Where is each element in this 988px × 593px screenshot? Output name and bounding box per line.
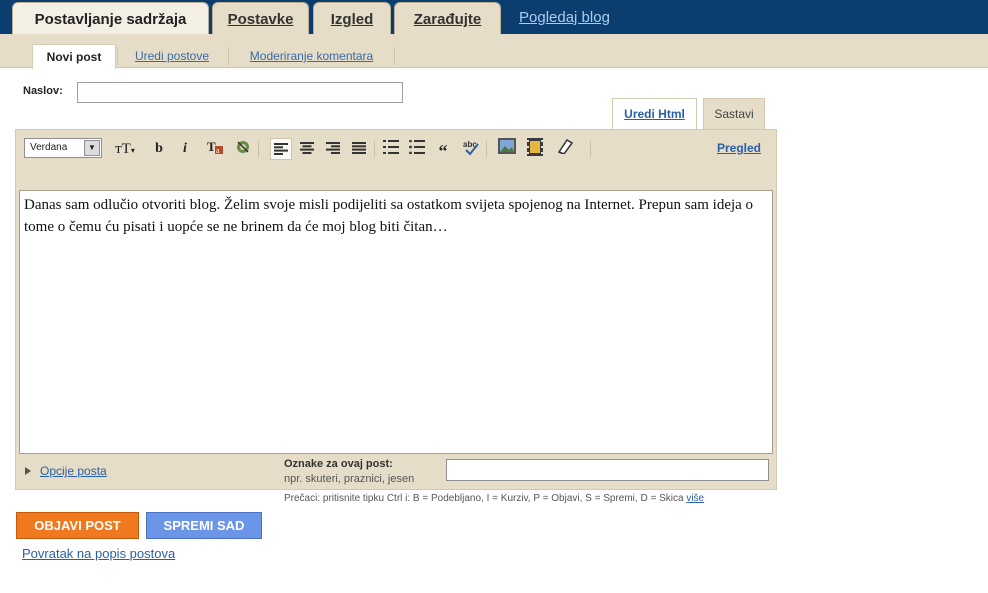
subtab-divider <box>394 47 395 65</box>
video-icon[interactable] <box>524 138 546 160</box>
link-icon[interactable] <box>232 138 254 160</box>
top-navigation-bar: Postavljanje sadržaja Postavke Izgled Za… <box>0 0 988 36</box>
triangle-right-icon <box>25 467 31 475</box>
spellcheck-icon[interactable]: abc <box>460 138 482 160</box>
save-button[interactable]: SPREMI SAD <box>146 512 262 539</box>
subtab-uredi-postove[interactable]: Uredi postove <box>122 44 222 68</box>
subtab-moderiranje-komentara[interactable]: Moderiranje komentara <box>234 44 389 68</box>
svg-text:T: T <box>207 139 216 154</box>
toolbar-divider <box>374 141 375 157</box>
sub-navigation-bar: Novi post Uredi postove Moderiranje kome… <box>0 34 988 69</box>
title-input[interactable] <box>77 82 403 103</box>
subtab-divider <box>228 47 229 65</box>
toolbar-divider <box>590 141 591 157</box>
align-left-icon[interactable] <box>270 138 292 160</box>
tab-postavljanje-sadrzaja[interactable]: Postavljanje sadržaja <box>12 2 209 36</box>
bullet-list-icon[interactable] <box>406 138 428 160</box>
view-blog-link[interactable]: Pogledaj blog <box>519 9 610 26</box>
tab-izgled[interactable]: Izgled <box>313 2 391 34</box>
title-label: Naslov: <box>23 85 63 97</box>
post-options-link[interactable]: Opcije posta <box>40 464 107 478</box>
shortcuts-text: Prečaci: pritisnite tipku Ctrl i: B = Po… <box>284 493 684 504</box>
italic-icon[interactable]: i <box>174 138 196 160</box>
labels-hint: npr. skuteri, praznici, jesen <box>284 473 415 485</box>
tab-compose[interactable]: Sastavi <box>703 98 765 129</box>
shortcuts-hint: Prečaci: pritisnite tipku Ctrl i: B = Po… <box>284 493 704 504</box>
post-body-editor[interactable]: Danas sam odlučio otvoriti blog. Želim s… <box>19 190 773 454</box>
toolbar-divider <box>258 141 259 157</box>
tab-zaradujte[interactable]: Zarađujte <box>394 2 501 34</box>
font-select[interactable]: Verdana ▼ <box>24 138 102 158</box>
toolbar-divider <box>486 141 487 157</box>
svg-text:a: a <box>216 146 220 155</box>
align-justify-icon[interactable] <box>348 138 370 160</box>
labels-input[interactable] <box>446 459 769 481</box>
chevron-down-icon: ▼ <box>84 140 100 156</box>
font-select-value: Verdana <box>30 142 68 153</box>
labels-title: Oznake za ovaj post: <box>284 458 393 470</box>
align-center-icon[interactable] <box>296 138 318 160</box>
tab-postavke[interactable]: Postavke <box>212 2 309 34</box>
publish-button[interactable]: OBJAVI POST <box>16 512 139 539</box>
image-icon[interactable] <box>496 138 518 160</box>
font-size-icon[interactable]: тT▾ <box>112 138 138 160</box>
bold-icon[interactable]: b <box>148 138 170 160</box>
blockquote-icon[interactable]: “ <box>432 138 454 161</box>
tab-edit-html[interactable]: Uredi Html <box>612 98 697 129</box>
subtab-divider <box>117 47 118 65</box>
post-editor: Verdana ▼ тT▾ b i Ta “ abc Pregled Danas… <box>15 129 777 490</box>
shortcuts-more-link[interactable]: više <box>686 493 704 504</box>
subtab-novi-post[interactable]: Novi post <box>32 44 116 69</box>
text-color-icon[interactable]: Ta <box>204 138 226 160</box>
preview-link[interactable]: Pregled <box>717 141 761 155</box>
eraser-icon[interactable] <box>554 138 576 160</box>
numbered-list-icon[interactable] <box>380 138 402 160</box>
align-right-icon[interactable] <box>322 138 344 160</box>
back-to-posts-link[interactable]: Povratak na popis postova <box>22 546 175 561</box>
